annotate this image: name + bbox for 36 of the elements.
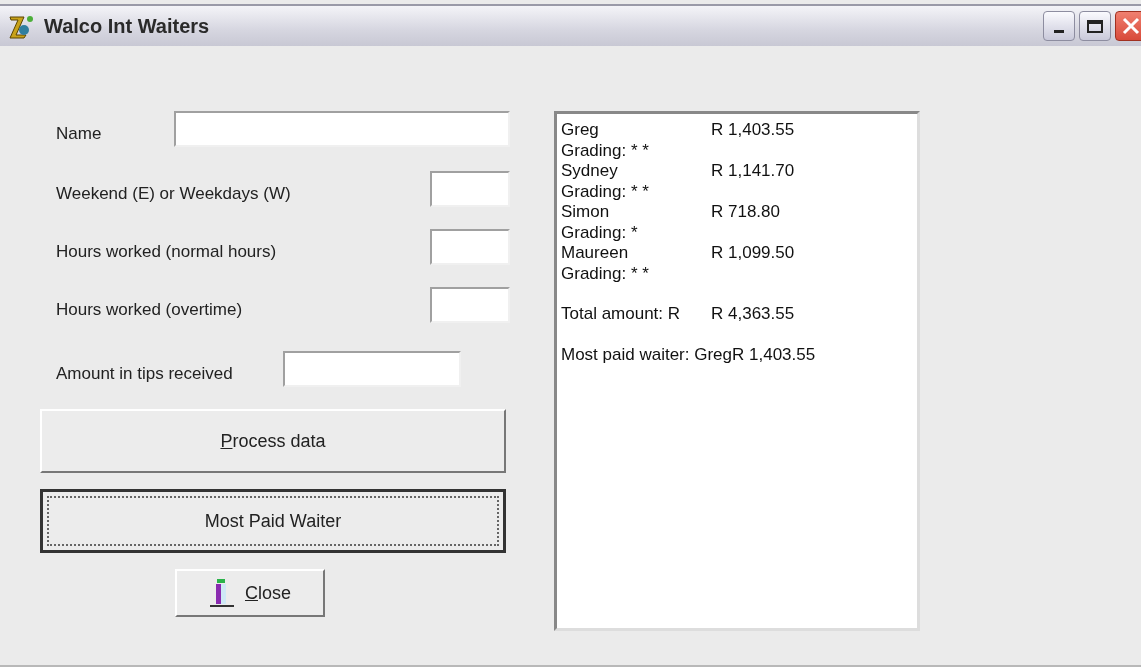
close-icon: [1120, 15, 1141, 37]
window-title: Walco Int Waiters: [44, 14, 210, 38]
output-text: Most paid waiter: Greg: [561, 344, 732, 364]
output-text: Grading: *: [561, 222, 638, 242]
output-amount: R 1,141.70: [711, 161, 795, 182]
field-label: Weekend (E) or Weekdays (W): [56, 183, 291, 204]
output-amount: R 1,403.55: [711, 120, 795, 141]
output-text: Maureen: [561, 243, 630, 264]
close-button[interactable]: [1115, 11, 1141, 41]
close-action-button[interactable]: Close: [175, 569, 325, 617]
output-text: Grading: * *: [561, 140, 649, 160]
output-text: Grading: * *: [561, 263, 649, 283]
output-amount: R 1,099.50: [711, 243, 795, 264]
field-label: Hours worked (overtime): [56, 299, 243, 320]
field-label: Hours worked (normal hours): [56, 241, 277, 262]
action-button[interactable]: Process data: [40, 409, 506, 473]
output-text: Simon: [561, 202, 611, 223]
action-button[interactable]: Most Paid Waiter: [40, 489, 506, 553]
input-field[interactable]: [430, 171, 510, 207]
door-icon: [209, 578, 235, 608]
input-field[interactable]: [282, 351, 461, 387]
output-text: Grading: * *: [561, 181, 649, 201]
app-logo-icon: [8, 13, 36, 39]
input-field[interactable]: [174, 111, 510, 147]
output-amount: R 718.80: [711, 202, 780, 223]
field-label: Name: [56, 123, 102, 144]
input-field[interactable]: [430, 287, 510, 323]
output-text: Greg: [561, 120, 600, 141]
output-text: Total amount: R: [561, 304, 682, 325]
field-label: Amount in tips received: [56, 363, 233, 384]
output-amount: R 4,363.55: [711, 304, 795, 325]
input-field[interactable]: [430, 229, 510, 265]
output-text: Sydney: [561, 161, 619, 182]
minimize-button[interactable]: [1043, 11, 1075, 41]
maximize-button[interactable]: [1079, 11, 1111, 41]
output-amount: R 1,403.55: [732, 344, 816, 364]
